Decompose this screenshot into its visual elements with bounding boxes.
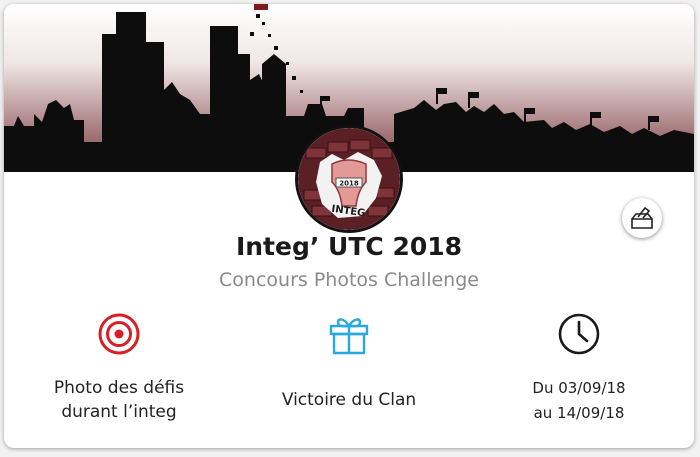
- event-title: Integ’ UTC 2018: [235, 232, 463, 261]
- info-date-end: au 14/09/18: [533, 404, 625, 422]
- info-date-start: Du 03/09/18: [532, 379, 626, 397]
- event-subtitle: Concours Photos Challenge: [219, 269, 479, 291]
- clock-icon: [558, 313, 600, 355]
- info-label-line1: Photo des défis: [53, 378, 185, 398]
- logo-year: 2018: [339, 180, 359, 188]
- info-label-reward: Victoire du Clan: [281, 390, 417, 410]
- info-item-dates: Du 03/09/18 au 14/09/18: [464, 308, 694, 426]
- gift-icon: [329, 318, 369, 355]
- info-label-line2: durant l’integ: [61, 402, 177, 422]
- ballot-box-icon: [631, 206, 653, 229]
- info-item-challenges: Photo des défis durant l’integ: [4, 308, 234, 424]
- challenge-card: 2018 INTEG Integ’ UTC 2018 Concours Phot…: [4, 4, 694, 448]
- info-item-reward: Victoire du Clan: [234, 308, 464, 412]
- event-logo: 2018 INTEG: [298, 128, 400, 230]
- target-icon: [98, 313, 140, 355]
